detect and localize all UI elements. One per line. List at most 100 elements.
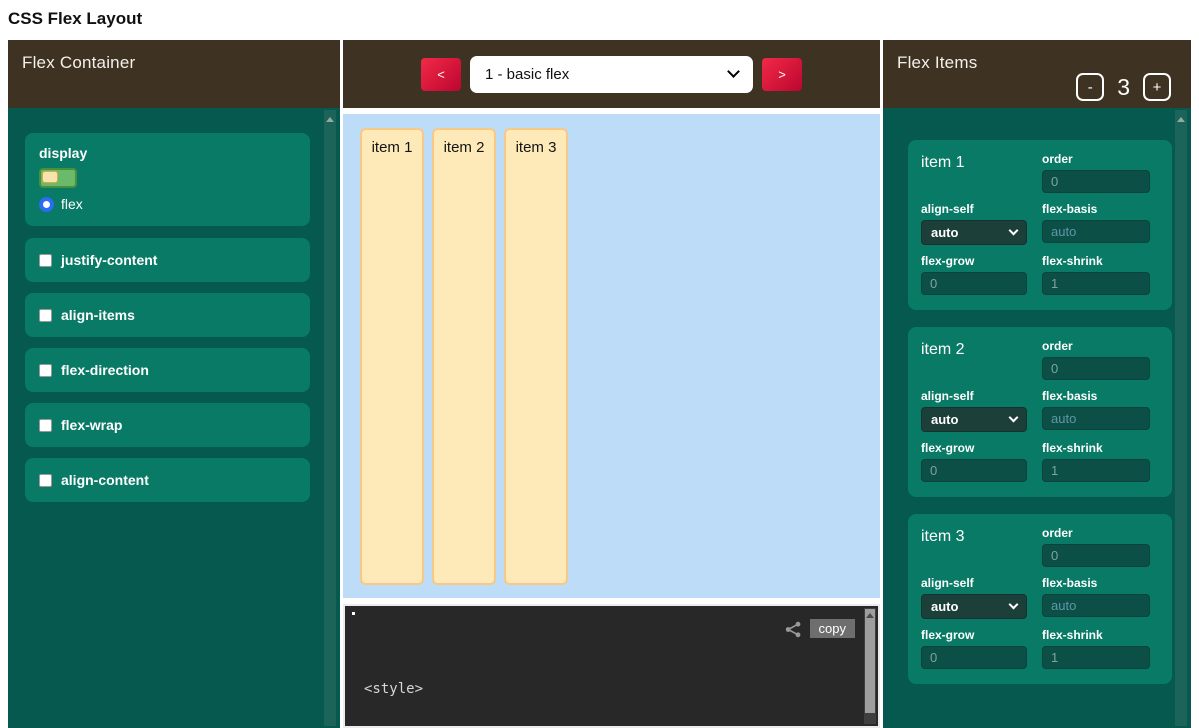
item-1-card: item 1 order 0 align-self auto flex-basi… [908,140,1172,310]
item-count-controls: - 3 + [1076,73,1171,101]
item-2-flex-basis-input[interactable]: auto [1042,407,1150,430]
flex-items-panel-scrollbar[interactable] [1175,110,1187,726]
flex-wrap-label: flex-wrap [61,417,122,433]
flex-basis-label: flex-basis [1042,576,1150,590]
chevron-down-icon [727,65,740,78]
item-2-card: item 2 order 0 align-self auto flex-basi… [908,327,1172,497]
flex-grow-label: flex-grow [921,628,1027,642]
flex-basis-label: flex-basis [1042,202,1150,216]
chevron-down-icon [1009,413,1019,423]
flex-items-panel: Flex Items - 3 + item 1 order 0 align-se… [883,40,1191,728]
flex-container-panel-scrollbar[interactable] [324,110,336,726]
item-2-align-self-select[interactable]: auto [921,407,1027,432]
item-2-flex-shrink-input[interactable]: 1 [1042,459,1150,482]
flex-radio[interactable] [39,197,54,212]
prev-scenario-button[interactable]: < [421,58,461,91]
align-content-label: align-content [61,472,149,488]
justify-content-label: justify-content [61,252,157,268]
item-1-flex-basis-input[interactable]: auto [1042,220,1150,243]
code-panel-scrollbar[interactable] [864,608,876,724]
flex-items-panel-title: Flex Items [897,53,977,73]
item-3-order-input[interactable]: 0 [1042,544,1150,567]
code-panel: <style> .flex-container { display: flex;… [343,604,880,728]
preview-item-3: item 3 [504,128,568,585]
code-text: <style> .flex-container { display: flex; [364,642,524,728]
css-flex-layout-app: CSS Flex Layout Flex Container display f… [0,0,1199,728]
order-label: order [1042,526,1150,540]
copy-button[interactable]: copy [810,619,855,638]
item-2-flex-grow-input[interactable]: 0 [921,459,1027,482]
item-3-flex-shrink-input[interactable]: 1 [1042,646,1150,669]
flex-shrink-label: flex-shrink [1042,254,1150,268]
flex-grow-label: flex-grow [921,254,1027,268]
item-3-title: item 3 [921,526,1027,567]
property-card-justify-content: justify-content [25,238,310,282]
display-toggle-knob [42,171,58,183]
order-label: order [1042,339,1150,353]
flex-direction-checkbox[interactable] [39,364,52,377]
next-scenario-button[interactable]: > [762,58,802,91]
align-self-label: align-self [921,202,1027,216]
item-2-order-input[interactable]: 0 [1042,357,1150,380]
code-line: <style> [364,680,524,699]
item-3-align-self-select[interactable]: auto [921,594,1027,619]
flex-items-panel-body: item 1 order 0 align-self auto flex-basi… [883,108,1191,728]
item-3-flex-basis-input[interactable]: auto [1042,594,1150,617]
chevron-down-icon [1009,226,1019,236]
align-self-label: align-self [921,389,1027,403]
item-2-align-self-value: auto [931,412,958,427]
align-self-label: align-self [921,576,1027,590]
flex-shrink-label: flex-shrink [1042,628,1150,642]
flex-container-panel: Flex Container display flex justify-cont… [8,40,340,728]
property-card-flex-wrap: flex-wrap [25,403,310,447]
item-2-title: item 2 [921,339,1027,380]
display-card: display flex [25,133,310,226]
share-icon[interactable] [785,621,802,638]
cursor-dot [352,612,355,615]
item-1-align-self-select[interactable]: auto [921,220,1027,245]
flex-container-panel-header: Flex Container [8,40,340,108]
decrease-items-button[interactable]: - [1076,73,1104,101]
display-toggle[interactable] [39,168,77,188]
item-1-title: item 1 [921,152,1027,193]
scroll-up-icon [1177,117,1185,122]
item-3-card: item 3 order 0 align-self auto flex-basi… [908,514,1172,684]
item-1-align-self-value: auto [931,225,958,240]
code-panel-scroll-thumb[interactable] [865,609,875,713]
scenario-selected-value: 1 - basic flex [485,66,569,83]
scroll-up-icon [866,613,874,618]
page-title: CSS Flex Layout [8,9,142,29]
display-label: display [39,145,296,161]
flex-shrink-label: flex-shrink [1042,441,1150,455]
flex-basis-label: flex-basis [1042,389,1150,403]
flex-direction-label: flex-direction [61,362,149,378]
justify-content-checkbox[interactable] [39,254,52,267]
property-card-align-content: align-content [25,458,310,502]
preview-item-1: item 1 [360,128,424,585]
item-3-align-self-value: auto [931,599,958,614]
flex-radio-label: flex [61,196,83,212]
item-3-flex-grow-input[interactable]: 0 [921,646,1027,669]
item-1-order-input[interactable]: 0 [1042,170,1150,193]
scenario-select[interactable]: 1 - basic flex [470,56,753,93]
property-card-align-items: align-items [25,293,310,337]
flex-items-panel-header: Flex Items - 3 + [883,40,1191,108]
item-1-flex-shrink-input[interactable]: 1 [1042,272,1150,295]
property-card-flex-direction: flex-direction [25,348,310,392]
chevron-down-icon [1009,600,1019,610]
item-count: 3 [1117,74,1130,101]
flex-wrap-checkbox[interactable] [39,419,52,432]
flex-grow-label: flex-grow [921,441,1027,455]
flex-container-panel-body: display flex justify-content align-item [8,108,340,728]
align-items-label: align-items [61,307,135,323]
align-content-checkbox[interactable] [39,474,52,487]
scroll-up-icon [326,117,334,122]
increase-items-button[interactable]: + [1143,73,1171,101]
flex-container-panel-title: Flex Container [22,53,135,73]
preview-item-2: item 2 [432,128,496,585]
item-1-flex-grow-input[interactable]: 0 [921,272,1027,295]
flex-preview-container: item 1 item 2 item 3 [343,114,880,598]
align-items-checkbox[interactable] [39,309,52,322]
scenario-header: < 1 - basic flex > [343,40,880,108]
order-label: order [1042,152,1150,166]
